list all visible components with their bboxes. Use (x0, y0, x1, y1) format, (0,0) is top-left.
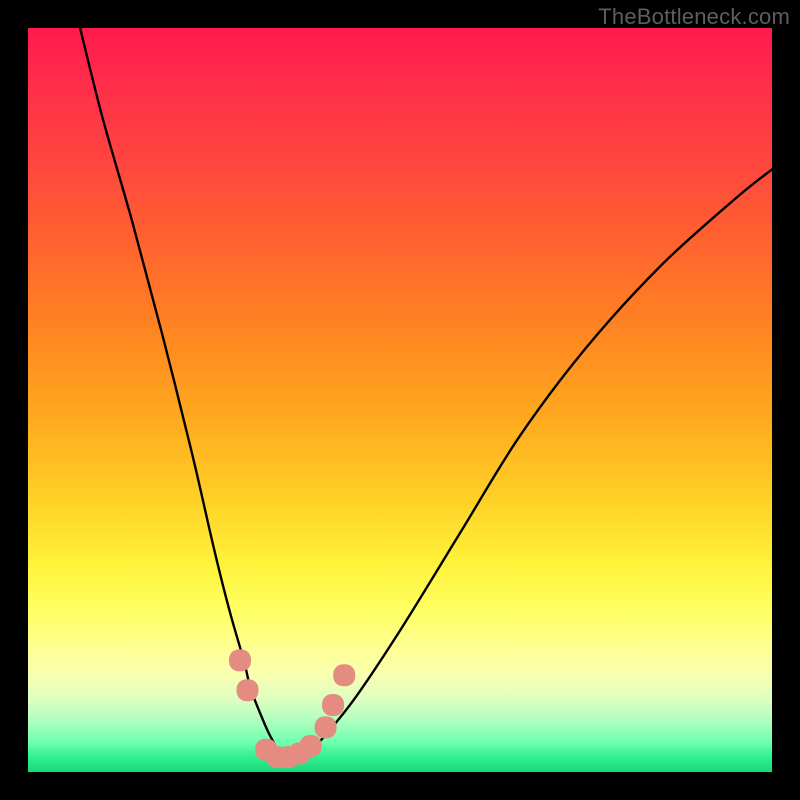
plot-area (28, 28, 772, 772)
marker-bead (229, 649, 251, 671)
highlight-beads (229, 649, 355, 768)
bottleneck-curve (80, 28, 772, 758)
marker-bead (315, 716, 337, 738)
chart-frame: TheBottleneck.com (0, 0, 800, 800)
marker-bead (333, 664, 355, 686)
watermark-text: TheBottleneck.com (598, 4, 790, 30)
marker-bead (237, 679, 259, 701)
marker-bead (300, 735, 322, 757)
marker-bead (322, 694, 344, 716)
curve-svg (28, 28, 772, 772)
